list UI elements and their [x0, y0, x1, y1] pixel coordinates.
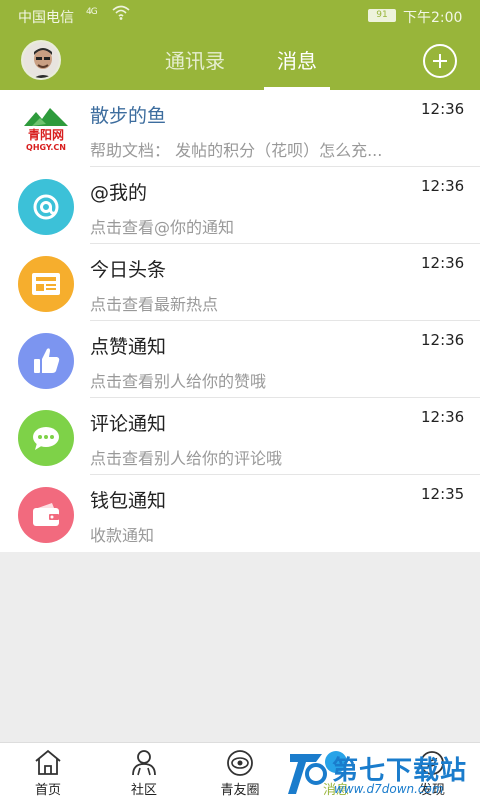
- nav-community-label: 社区: [130, 783, 157, 798]
- tab-messages-label: 消息: [277, 49, 317, 73]
- message-time: 12:36: [421, 177, 465, 195]
- message-time: 12:36: [421, 408, 465, 426]
- at-icon: [18, 179, 74, 235]
- wallet-icon: [18, 487, 74, 543]
- list-item[interactable]: 今日头条 点击查看最新热点 12:36: [0, 244, 480, 321]
- message-preview: 点击查看别人给你的赞哦: [90, 372, 267, 391]
- message-title: 评论通知: [90, 413, 167, 435]
- message-preview: 点击查看最新热点: [90, 295, 219, 314]
- watermark-url: www.d7down.com: [334, 782, 444, 796]
- tab-messages[interactable]: 消息: [252, 32, 342, 90]
- message-time: 12:36: [421, 331, 465, 349]
- message-preview: 点击查看@你的通知: [90, 218, 235, 237]
- logo-subtext: QHGY.CN: [26, 143, 66, 152]
- message-preview: 帮助文档： 发帖的积分（花呗）怎么充...: [90, 141, 383, 160]
- status-time: 下午2:00: [403, 10, 463, 26]
- carrier-name: 中国电信: [18, 10, 74, 26]
- tab-contacts[interactable]: 通讯录: [150, 32, 240, 90]
- message-title: 点赞通知: [90, 336, 167, 358]
- message-preview: 收款通知: [90, 526, 155, 545]
- battery-indicator: 91: [368, 9, 396, 22]
- list-item[interactable]: 钱包通知 收款通知 12:35: [0, 475, 480, 552]
- plus-circle-icon[interactable]: [423, 44, 457, 78]
- nav-home[interactable]: 首页: [0, 743, 96, 800]
- list-item[interactable]: 青阳网 QHGY.CN 散步的鱼 帮助文档： 发帖的积分（花呗）怎么充... 1…: [0, 90, 480, 167]
- nav-community[interactable]: 社区: [96, 743, 192, 800]
- message-preview: 点击查看别人给你的评论哦: [90, 449, 283, 468]
- list-item[interactable]: 点赞通知 点击查看别人给你的赞哦 12:36: [0, 321, 480, 398]
- message-title: 今日头条: [90, 259, 167, 281]
- watermark-logo: [288, 754, 327, 794]
- moments-icon: [227, 750, 253, 776]
- newspaper-icon: [18, 256, 74, 312]
- logo-text: 青阳网: [28, 127, 64, 142]
- message-time: 12:36: [421, 100, 465, 118]
- message-title: 散步的鱼: [90, 105, 167, 127]
- signal-icon: 4G: [86, 7, 98, 17]
- message-time: 12:36: [421, 254, 465, 272]
- comment-icon: [18, 410, 74, 466]
- watermark: 第七下载站 www.d7down.com: [286, 748, 476, 800]
- message-time: 12:35: [421, 485, 465, 503]
- status-bar: 中国电信 4G 91 下午2:00: [0, 0, 480, 32]
- message-list: 青阳网 QHGY.CN 散步的鱼 帮助文档： 发帖的积分（花呗）怎么充... 1…: [0, 90, 480, 552]
- avatar[interactable]: [21, 40, 61, 80]
- nav-home-label: 首页: [34, 783, 61, 798]
- qinghe-logo: 青阳网 QHGY.CN: [18, 102, 74, 158]
- nav-moments[interactable]: 青友圈: [192, 743, 288, 800]
- thumbs-up-icon: [18, 333, 74, 389]
- home-icon: [35, 749, 61, 775]
- tab-contacts-label: 通讯录: [165, 49, 225, 73]
- list-item[interactable]: @我的 点击查看@你的通知 12:36: [0, 167, 480, 244]
- community-icon: [132, 750, 156, 776]
- app-header: 通讯录 消息: [0, 32, 480, 90]
- message-title: @我的: [90, 182, 148, 204]
- wifi-icon: [112, 5, 130, 25]
- message-title: 钱包通知: [90, 490, 167, 512]
- nav-moments-label: 青友圈: [220, 783, 260, 798]
- list-item[interactable]: 评论通知 点击查看别人给你的评论哦 12:36: [0, 398, 480, 475]
